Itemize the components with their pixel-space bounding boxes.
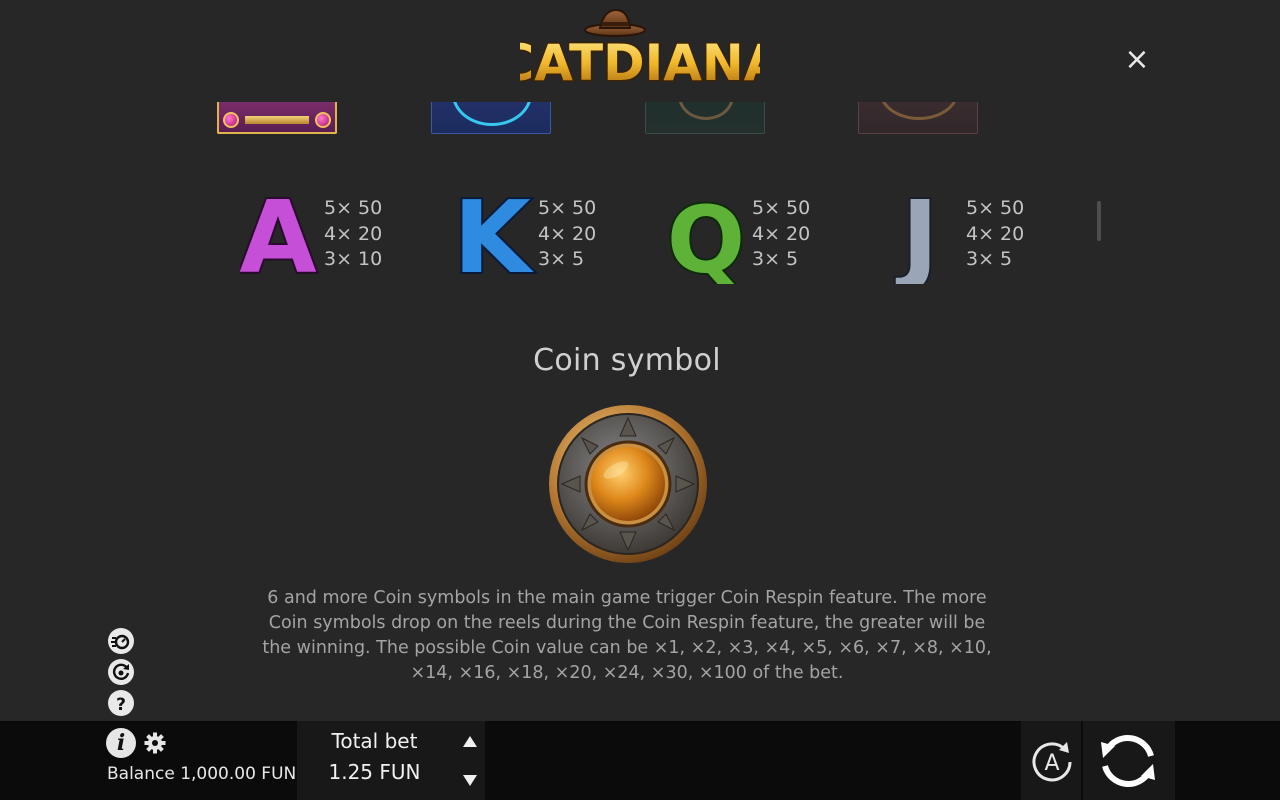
history-button[interactable]	[108, 659, 134, 685]
coin-description: 6 and more Coin symbols in the main game…	[262, 588, 992, 683]
svg-text:Q: Q	[668, 187, 745, 284]
symbol-tile-green	[645, 102, 765, 134]
help-button[interactable]: ?	[108, 690, 134, 716]
autoplay-button[interactable]: A	[1026, 736, 1078, 788]
letter-k-icon: K	[454, 180, 536, 284]
turbo-icon	[111, 634, 130, 650]
svg-text:K: K	[454, 180, 534, 284]
bet-decrease-icon[interactable]	[459, 769, 481, 791]
paytable-item-a: A 5× 50 4× 20 3× 10	[240, 180, 440, 284]
symbol-tile-brown	[858, 102, 978, 134]
spin-icon	[1101, 735, 1155, 787]
payout-4: 4× 20	[966, 222, 1025, 245]
paytable-item-k: K 5× 50 4× 20 3× 5	[454, 180, 654, 284]
bet-increase-icon[interactable]	[459, 731, 481, 753]
coin-symbol-icon	[549, 405, 707, 563]
letter-a-icon: A	[240, 180, 319, 284]
info-button[interactable]: i	[106, 728, 136, 758]
logo-text: CATDIANA	[520, 34, 760, 92]
payout-4: 4× 20	[538, 222, 597, 245]
spin-button[interactable]	[1093, 726, 1163, 796]
symbol-tile-blue	[431, 102, 551, 134]
catdiana-logo: CATDIANA	[520, 8, 760, 94]
payout-5: 5× 50	[752, 197, 811, 219]
balance-display: Balance 1,000.00 FUN	[107, 764, 297, 784]
gear-icon[interactable]	[143, 731, 167, 755]
svg-text:J: J	[895, 180, 938, 284]
payout-3: 3× 5	[752, 248, 799, 270]
coin-section-title: Coin symbol	[533, 343, 721, 378]
payout-3: 3× 5	[538, 248, 585, 270]
symbol-tile-purple	[217, 102, 337, 134]
scrollbar-thumb[interactable]	[1097, 201, 1101, 241]
letter-j-icon: J	[893, 180, 940, 284]
payout-3: 3× 5	[966, 248, 1013, 270]
payout-3: 3× 10	[324, 248, 383, 270]
svg-text:?: ?	[116, 695, 126, 715]
paytable-item-j: J 5× 50 4× 20 3× 5	[882, 180, 1082, 284]
close-button[interactable]: ×	[1122, 45, 1152, 76]
payout-5: 5× 50	[966, 197, 1025, 219]
payout-4: 4× 20	[324, 222, 383, 245]
paytable-item-q: Q 5× 50 4× 20 3× 5	[668, 180, 868, 284]
autoplay-label: A	[1044, 751, 1059, 776]
turbo-button[interactable]	[108, 628, 134, 654]
payout-5: 5× 50	[324, 197, 383, 219]
payout-5: 5× 50	[538, 197, 597, 219]
payout-4: 4× 20	[752, 222, 811, 245]
total-bet-label: Total bet	[331, 729, 418, 753]
svg-text:A: A	[240, 180, 317, 284]
letter-q-icon: Q	[668, 185, 747, 284]
history-icon	[112, 663, 130, 680]
help-icon: ?	[116, 695, 126, 715]
total-bet-value: 1.25 FUN	[328, 760, 421, 784]
